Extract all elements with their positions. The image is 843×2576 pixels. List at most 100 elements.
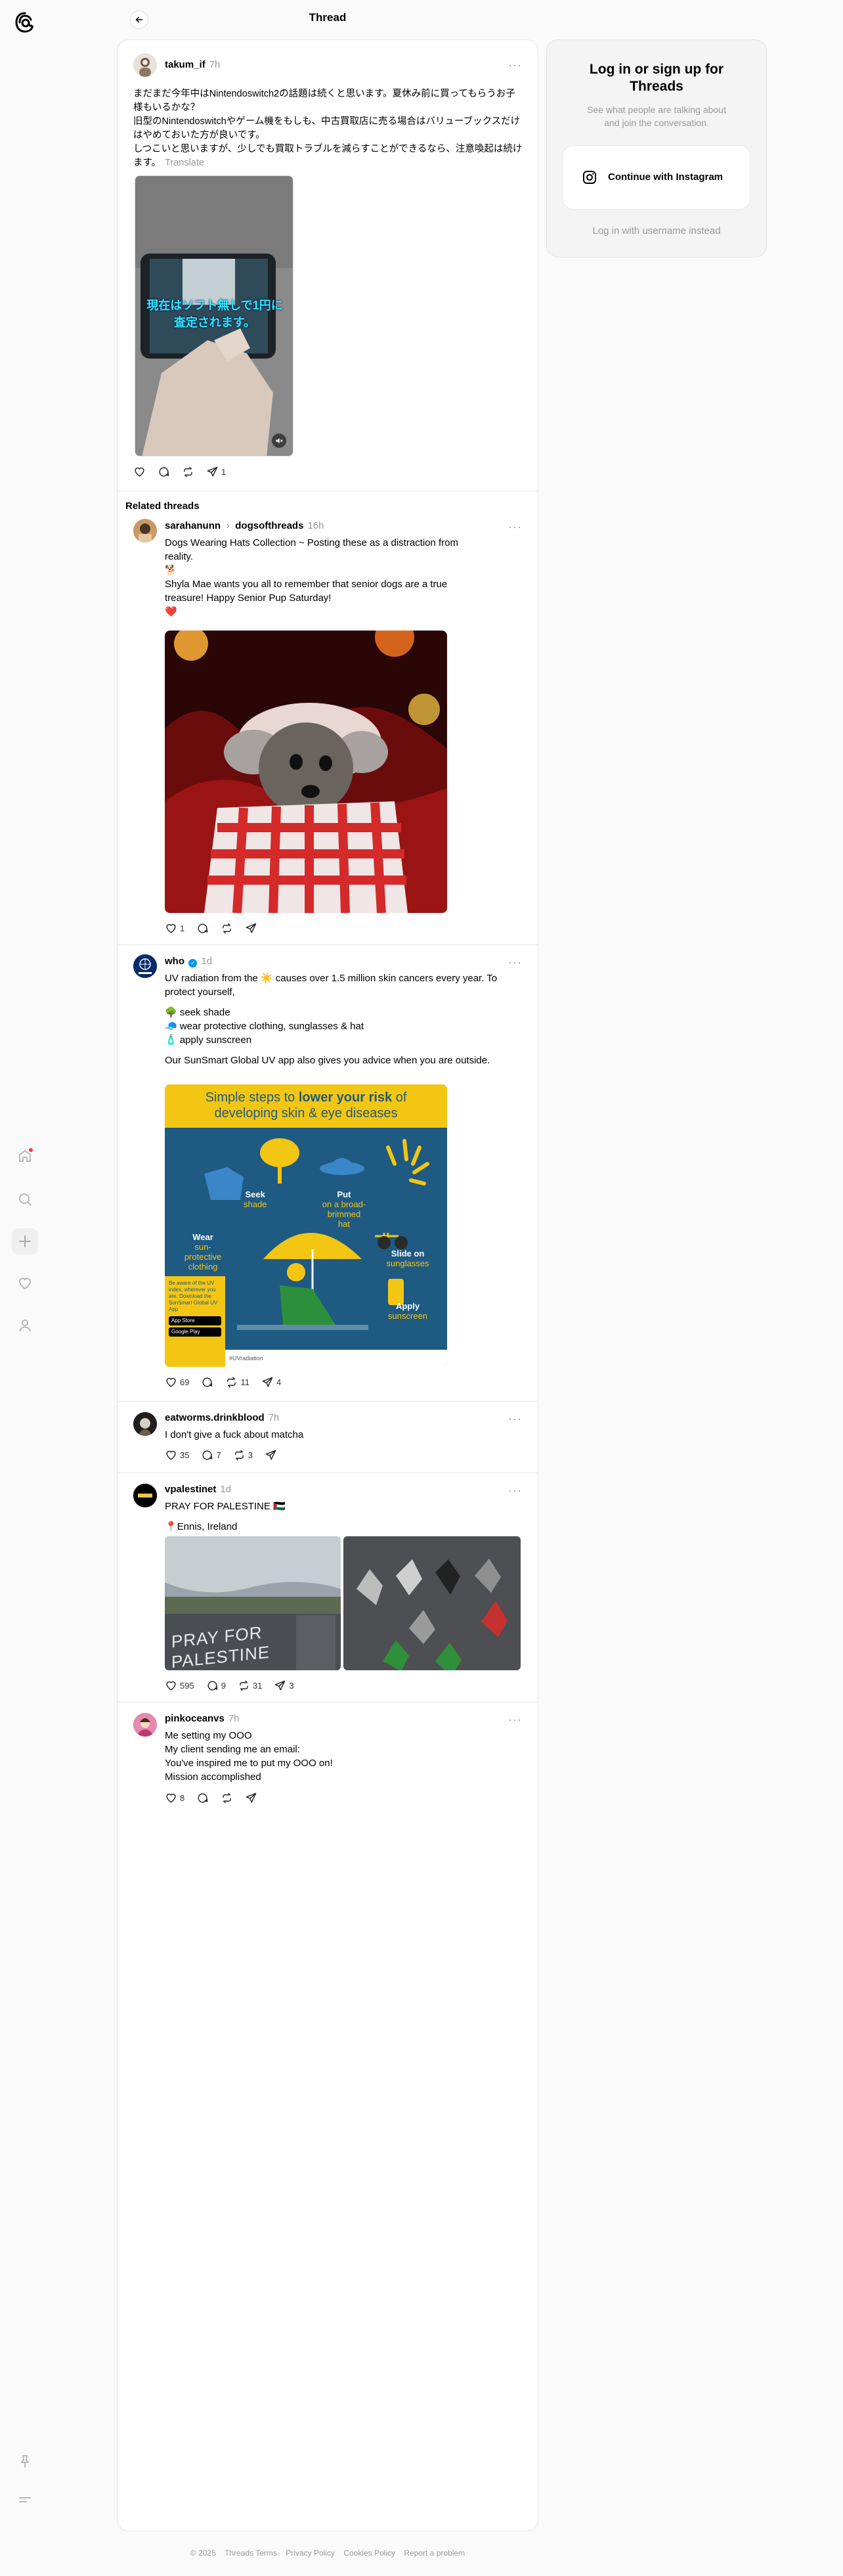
like-button[interactable]: 595 <box>165 1679 194 1692</box>
related-post: pinkoceanvs 7h ··· Me setting my OOO My c… <box>118 1702 538 1808</box>
more-options-icon[interactable]: ··· <box>508 1713 522 1727</box>
like-button[interactable]: 1 <box>165 922 184 935</box>
post-text: まだまだ今年中はNintendoswitch2の話題は続くと思います。夏休み前に… <box>133 89 523 168</box>
more-options-icon[interactable]: ··· <box>508 956 522 969</box>
repost-icon <box>240 1680 248 1691</box>
send-icon <box>262 1377 273 1387</box>
repost-button[interactable] <box>221 1792 233 1804</box>
post-header: who ✓ 1d <box>165 956 212 967</box>
more-options-icon[interactable]: ··· <box>508 1412 522 1426</box>
menu-icon[interactable] <box>12 2487 38 2513</box>
username-login-link[interactable]: Log in with username instead <box>547 225 766 236</box>
post-actions: 1 <box>165 917 269 939</box>
post-image[interactable]: PRAY FOR PALESTINE <box>165 1536 341 1670</box>
header: Thread <box>117 0 538 39</box>
tip-apply: Apply sunscreen <box>388 1301 427 1321</box>
share-button[interactable]: 3 <box>274 1679 294 1692</box>
username[interactable]: sarahanunn <box>165 520 221 531</box>
heart-icon <box>166 1793 176 1803</box>
timestamp[interactable]: 1d <box>220 1484 231 1495</box>
post-image[interactable]: Simple steps to lower your risk of devel… <box>165 1084 447 1367</box>
like-button[interactable]: 69 <box>165 1376 189 1388</box>
create-icon[interactable] <box>12 1228 38 1255</box>
post-image[interactable] <box>343 1536 521 1670</box>
repost-count: 11 <box>240 1377 249 1387</box>
reply-button[interactable] <box>201 1376 213 1388</box>
translate-link[interactable]: Translate <box>165 158 204 168</box>
timestamp[interactable]: 1d <box>201 956 212 967</box>
share-button[interactable] <box>245 1792 257 1804</box>
avatar[interactable] <box>133 1412 157 1436</box>
username[interactable]: takum_if <box>165 59 205 70</box>
coauthor[interactable]: dogsofthreads <box>235 520 303 531</box>
app-promo: Be aware of the UV index, wherever you a… <box>165 1276 225 1367</box>
share-button[interactable] <box>265 1449 277 1461</box>
repost-button[interactable] <box>221 922 233 935</box>
like-button[interactable] <box>133 466 146 478</box>
post-text: I don't give a fuck about matcha <box>165 1429 304 1440</box>
google-play-badge: Google Play <box>169 1327 221 1337</box>
like-button[interactable]: 35 <box>165 1449 189 1461</box>
post-actions: 35 7 3 <box>165 1444 289 1466</box>
more-options-icon[interactable]: ··· <box>508 520 522 534</box>
home-icon[interactable] <box>12 1143 38 1169</box>
threads-logo[interactable] <box>12 9 38 35</box>
avatar[interactable] <box>133 1713 157 1737</box>
username[interactable]: pinkoceanvs <box>165 1713 225 1724</box>
repost-icon <box>234 1450 244 1460</box>
reply-button[interactable]: 9 <box>206 1679 226 1692</box>
timestamp[interactable]: 7h <box>228 1713 240 1724</box>
more-options-icon[interactable]: ··· <box>508 1484 522 1498</box>
avatar[interactable] <box>133 53 157 77</box>
like-button[interactable]: 8 <box>165 1792 184 1804</box>
report-problem-link[interactable]: Report a problem <box>404 2548 465 2558</box>
share-button[interactable] <box>245 922 257 935</box>
username[interactable]: eatworms.drinkblood <box>165 1412 265 1423</box>
avatar[interactable] <box>133 954 157 978</box>
login-title: Log in or sign up for Threads <box>589 62 724 94</box>
more-options-icon[interactable]: ··· <box>508 58 522 72</box>
share-button[interactable]: 4 <box>261 1376 281 1388</box>
repost-button[interactable]: 31 <box>238 1679 262 1692</box>
send-icon <box>246 923 257 933</box>
pin-icon[interactable] <box>12 2449 38 2475</box>
reply-button[interactable] <box>158 466 170 478</box>
repost-button[interactable]: 11 <box>225 1376 249 1388</box>
repost-button[interactable]: 3 <box>233 1449 253 1461</box>
post-image[interactable] <box>165 631 447 913</box>
profile-icon[interactable] <box>12 1312 38 1339</box>
privacy-link[interactable]: Privacy Policy <box>286 2548 335 2558</box>
repost-button[interactable] <box>182 466 194 478</box>
username[interactable]: vpalestinet <box>165 1484 216 1495</box>
timestamp[interactable]: 16h <box>307 520 324 531</box>
activity-heart-icon[interactable] <box>12 1270 38 1297</box>
username[interactable]: who <box>165 956 184 967</box>
related-post: eatworms.drinkblood 7h ··· I don't give a… <box>118 1402 538 1473</box>
cookies-link[interactable]: Cookies Policy <box>343 2548 395 2558</box>
timestamp[interactable]: 7h <box>209 59 221 70</box>
search-icon[interactable] <box>12 1186 38 1212</box>
post-actions: 69 11 4 <box>165 1371 293 1393</box>
thread-feed: takum_if 7h ··· まだまだ今年中はNintendoswitch2の話… <box>117 39 538 2531</box>
continue-with-instagram-button[interactable]: Continue with Instagram <box>563 145 750 210</box>
related-post: vpalestinet 1d ··· PRAY FOR PALESTINE 🇵🇸 … <box>118 1473 538 1702</box>
app-store-badge: App Store <box>169 1316 221 1325</box>
comment-icon <box>159 466 169 477</box>
comment-icon <box>198 923 208 933</box>
reply-button[interactable] <box>196 922 209 935</box>
tip-seek: Seek shade <box>244 1189 267 1209</box>
heart-icon <box>166 923 176 933</box>
post-video[interactable]: 現在はソフト無しで1円に査定されます。 <box>135 175 293 456</box>
comment-icon <box>202 1377 213 1387</box>
avatar[interactable] <box>133 519 157 543</box>
post-header: pinkoceanvs 7h <box>165 1713 240 1725</box>
like-count: 35 <box>180 1450 190 1460</box>
terms-link[interactable]: Threads Terms <box>225 2548 277 2558</box>
reply-button[interactable] <box>196 1792 209 1804</box>
chevron-right-icon: › <box>226 520 230 531</box>
mute-icon[interactable] <box>272 433 286 448</box>
avatar[interactable] <box>133 1484 157 1507</box>
reply-button[interactable]: 7 <box>201 1449 221 1461</box>
share-button[interactable]: 1 <box>206 466 226 478</box>
timestamp[interactable]: 7h <box>269 1412 280 1423</box>
